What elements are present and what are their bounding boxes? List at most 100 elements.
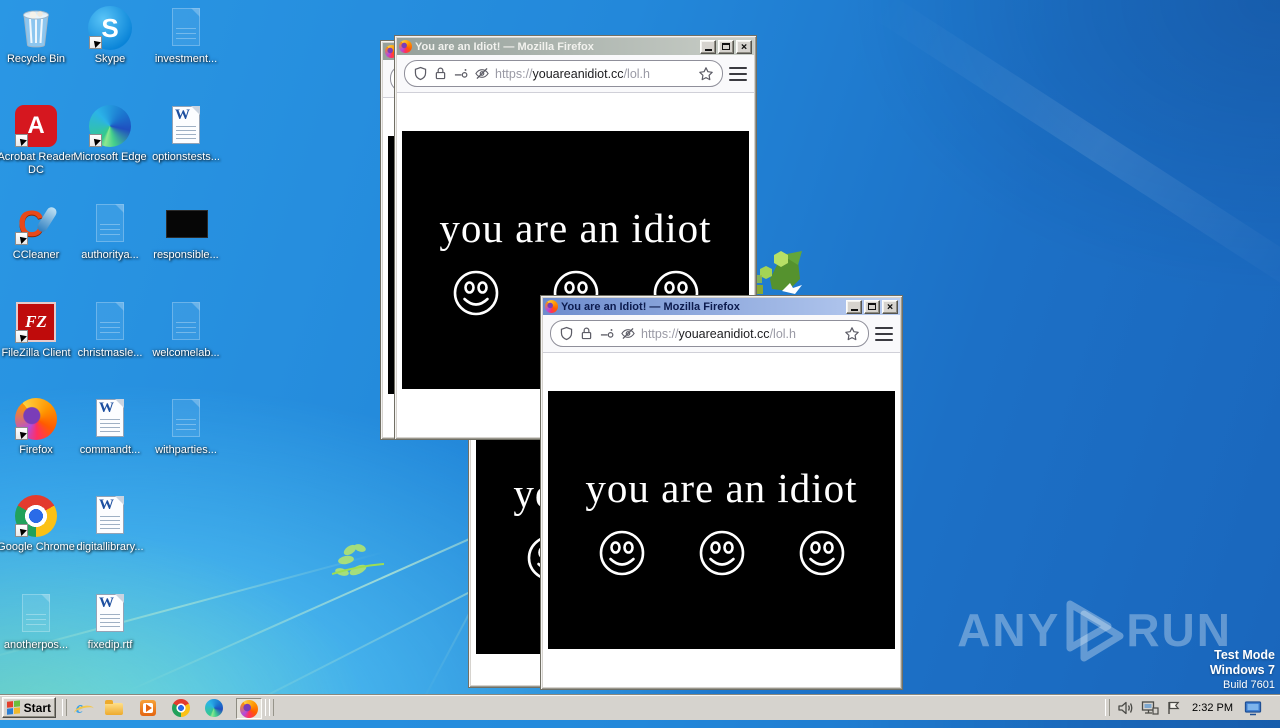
start-button[interactable]: Start	[2, 697, 56, 718]
tracking-blocked-eye-icon[interactable]	[620, 326, 636, 341]
lock-icon[interactable]	[579, 326, 594, 341]
quicklaunch-firefox-active[interactable]	[236, 698, 262, 719]
you-are-an-idiot-page: you are an idiot	[548, 391, 895, 649]
desktop-icon-digitallibrary[interactable]: digitallibrary...	[67, 494, 153, 554]
firefox-icon	[545, 300, 558, 313]
smiley-row	[598, 529, 846, 577]
wallpaper-streak	[871, 0, 1280, 301]
microsoft-edge-icon	[204, 698, 223, 717]
page-text: you are an idiot	[439, 205, 712, 251]
network-icon[interactable]	[1141, 700, 1159, 716]
recycle-bin-icon	[14, 6, 58, 50]
microsoft-edge-icon	[88, 104, 132, 148]
word-document-icon	[88, 494, 132, 538]
generic-file-icon	[164, 397, 208, 441]
internet-explorer-icon: e	[75, 697, 84, 717]
quicklaunch-grip[interactable]	[269, 699, 274, 716]
close-button[interactable]: ×	[736, 39, 752, 54]
anyrun-brand-right: RUN	[1126, 604, 1232, 656]
smiley-icon	[453, 270, 498, 316]
menu-hamburger-icon[interactable]	[729, 66, 747, 81]
url-bar[interactable]: https://youareanidiot.cc/lol.h	[550, 320, 869, 347]
generic-file-icon	[88, 202, 132, 246]
window-titlebar[interactable]: You are an Idiot! — Mozilla Firefox ×	[543, 298, 900, 315]
desktop-icon-label: Skype	[94, 53, 126, 65]
close-button[interactable]: ×	[882, 299, 898, 314]
maximize-button[interactable]	[718, 39, 734, 54]
desktop-icon-label: optionstests...	[152, 151, 220, 163]
quicklaunch-edge[interactable]	[204, 698, 223, 717]
minimize-button[interactable]	[700, 39, 716, 54]
window-titlebar[interactable]: You are an Idiot! — Mozilla Firefox ×	[397, 38, 754, 55]
smiley-icon	[699, 530, 744, 576]
action-center-flag-icon[interactable]	[1166, 700, 1181, 716]
quicklaunch-media-player[interactable]	[138, 698, 157, 717]
desktop-icon-label: investment...	[154, 53, 218, 65]
tray-divider	[1105, 699, 1111, 716]
taskbar-clock[interactable]: 2:32 PM	[1188, 702, 1237, 714]
desktop-icon-label: authoritya...	[81, 249, 139, 261]
word-document-icon	[164, 104, 208, 148]
shortcut-arrow-icon	[15, 232, 28, 245]
bookmark-star-icon[interactable]	[698, 66, 714, 82]
black-thumbnail-icon	[164, 202, 208, 246]
maximize-button[interactable]	[864, 299, 880, 314]
desktop-icon-authoritya[interactable]: authoritya...	[67, 202, 153, 262]
window-title: You are an Idiot! — Mozilla Firefox	[561, 300, 740, 313]
lock-icon[interactable]	[433, 66, 448, 81]
quicklaunch-grip[interactable]	[62, 699, 67, 716]
filezilla-icon	[14, 300, 58, 344]
media-player-icon	[139, 699, 156, 716]
shield-icon[interactable]	[559, 326, 574, 341]
generic-file-icon	[14, 592, 58, 636]
menu-hamburger-icon[interactable]	[875, 326, 893, 341]
firefox-window: You are an Idiot! — Mozilla Firefox × ht…	[540, 295, 903, 690]
smiley-icon	[599, 530, 644, 576]
firefox-icon	[14, 397, 58, 441]
folder-icon	[104, 700, 123, 715]
url-text[interactable]: https://youareanidiot.cc/lol.h	[495, 67, 693, 81]
bookmark-star-icon[interactable]	[844, 326, 860, 342]
desktop-icon-withparties[interactable]: withparties...	[143, 397, 229, 457]
acrobat-reader-icon	[14, 104, 58, 148]
desktop-icon-welcomelab[interactable]: welcomelab...	[143, 300, 229, 360]
firefox-icon	[240, 699, 258, 718]
generic-file-icon	[88, 300, 132, 344]
shield-icon[interactable]	[413, 66, 428, 81]
anyrun-watermark: ANY RUN Test Mode Windows 7 Build 7601	[957, 598, 1278, 692]
desktop-icon-fixedip[interactable]: fixedip.rtf	[67, 592, 153, 652]
desktop-icon-skype[interactable]: Skype	[67, 6, 153, 66]
desktop-icon-label: welcomelab...	[152, 347, 220, 359]
quicklaunch-chrome[interactable]	[171, 698, 190, 717]
url-bar[interactable]: https://youareanidiot.cc/lol.h	[404, 60, 723, 87]
word-document-icon	[88, 592, 132, 636]
desktop-icon-label: fixedip.rtf	[87, 639, 133, 651]
desktop-icon-responsible[interactable]: responsible...	[143, 202, 229, 262]
skype-icon	[88, 6, 132, 50]
windows-flag-icon	[7, 699, 21, 715]
wallpaper-leaf-sprig	[332, 544, 384, 576]
url-text[interactable]: https://youareanidiot.cc/lol.h	[641, 327, 839, 341]
quicklaunch-windows-explorer[interactable]	[104, 698, 123, 717]
volume-icon[interactable]	[1117, 700, 1134, 716]
desktop-icon-label: Microsoft Edge	[73, 151, 147, 163]
permissions-icon[interactable]	[453, 66, 469, 81]
ccleaner-icon	[14, 202, 58, 246]
desktop-icon-investment[interactable]: investment...	[143, 6, 229, 66]
tracking-blocked-eye-icon[interactable]	[474, 66, 490, 81]
desktop-icon-christmasle[interactable]: christmasle...	[67, 300, 153, 360]
desktop-icon-commandt[interactable]: commandt...	[67, 397, 153, 457]
desktop-icon-edge[interactable]: Microsoft Edge	[67, 104, 153, 164]
desktop-icon-optionstests[interactable]: optionstests...	[143, 104, 229, 164]
windows-version-label: Windows 7	[1209, 663, 1275, 677]
permissions-icon[interactable]	[599, 326, 615, 341]
system-tray: 2:32 PM	[1105, 695, 1262, 720]
quicklaunch-internet-explorer[interactable]: e	[70, 698, 89, 717]
minimize-button[interactable]	[846, 299, 862, 314]
taskbar: Start e 2:32 PM	[0, 694, 1280, 720]
shortcut-arrow-icon	[15, 524, 28, 537]
desktop-icon-label: commandt...	[79, 444, 141, 456]
desktop-icon-label: withparties...	[155, 444, 217, 456]
show-desktop-monitor-icon[interactable]	[1244, 700, 1262, 716]
browser-toolbar: https://youareanidiot.cc/lol.h	[397, 55, 754, 93]
